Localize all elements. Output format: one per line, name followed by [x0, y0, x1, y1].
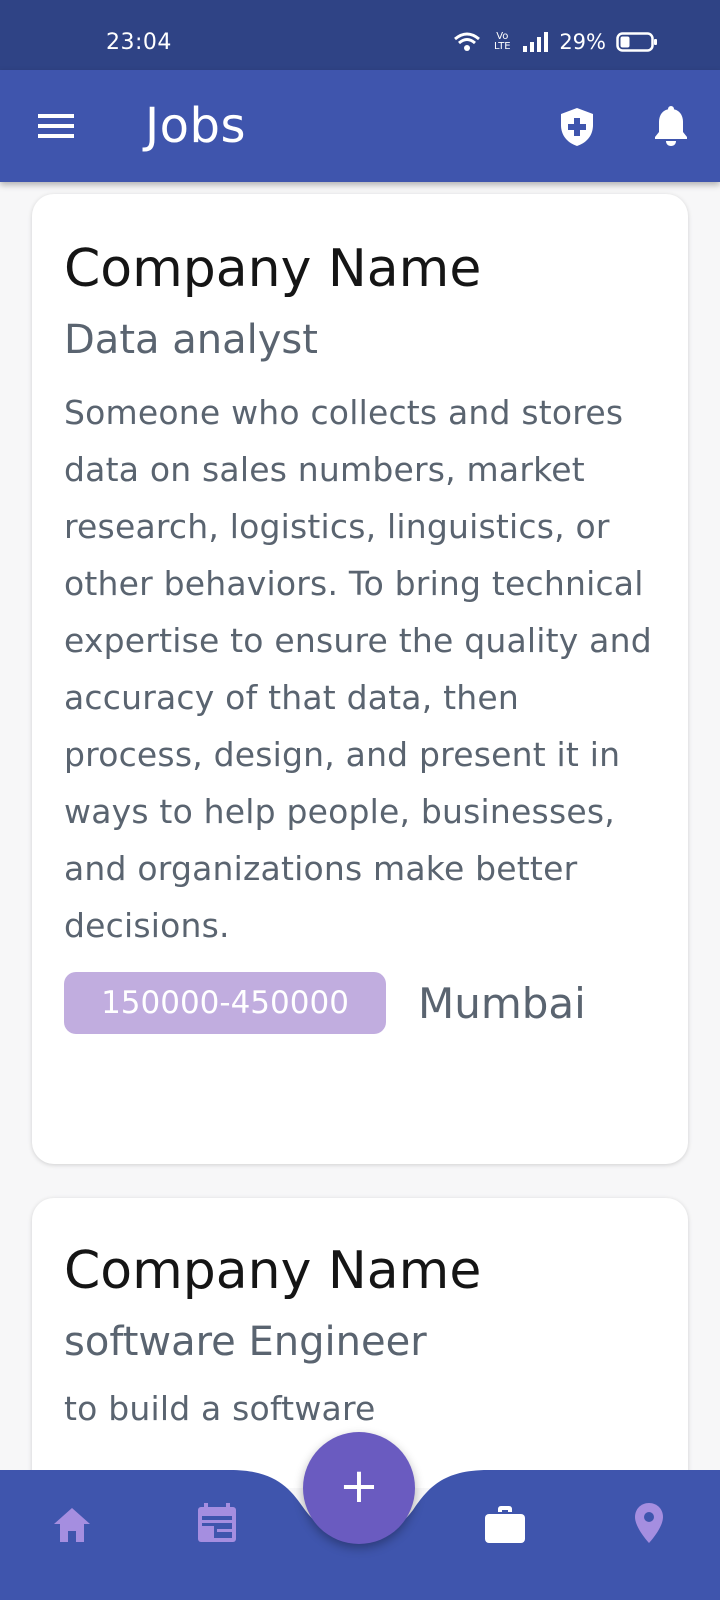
nav-location[interactable] [634, 1502, 664, 1548]
job-card[interactable]: Company Name Data analyst Someone who co… [32, 194, 688, 1164]
battery-icon [616, 32, 657, 52]
menu-icon [38, 114, 74, 138]
status-time: 23:04 [106, 30, 172, 55]
card-footer: 150000-450000 Mumbai [64, 972, 656, 1034]
menu-button[interactable] [36, 110, 76, 142]
job-title: software Engineer [64, 1319, 427, 1365]
status-icons: Vo LTE 29% [453, 30, 658, 54]
nav-home[interactable] [52, 1506, 92, 1548]
security-button[interactable] [559, 107, 595, 147]
company-name: Company Name [64, 1241, 482, 1301]
calendar-icon [198, 1503, 236, 1542]
job-description: Someone who collects and stores data on … [64, 393, 652, 945]
battery-percent: 29% [559, 30, 606, 54]
add-job-button[interactable]: + [303, 1432, 415, 1544]
salary-badge: 150000-450000 [64, 972, 386, 1034]
bell-icon [655, 106, 687, 146]
shield-plus-icon [561, 108, 593, 146]
wifi-icon [454, 32, 481, 51]
status-bar: 23:04 Vo LTE 29% [0, 0, 720, 70]
signal-icon [523, 32, 549, 52]
app-bar: Jobs [0, 70, 720, 182]
page-title: Jobs [145, 98, 246, 154]
company-name: Company Name [64, 239, 482, 299]
home-icon [54, 1508, 90, 1542]
network-type: Vo LTE [494, 31, 511, 52]
notifications-button[interactable] [652, 106, 690, 148]
briefcase-icon [485, 1506, 525, 1543]
job-location: Mumbai [418, 978, 586, 1028]
job-description: to build a software [64, 1389, 376, 1428]
job-title: Data analyst [64, 317, 318, 363]
location-pin-icon [635, 1503, 663, 1543]
job-list[interactable]: Company Name Data analyst Someone who co… [0, 182, 720, 1488]
nav-jobs[interactable] [484, 1506, 526, 1548]
nav-calendar[interactable] [196, 1502, 238, 1548]
